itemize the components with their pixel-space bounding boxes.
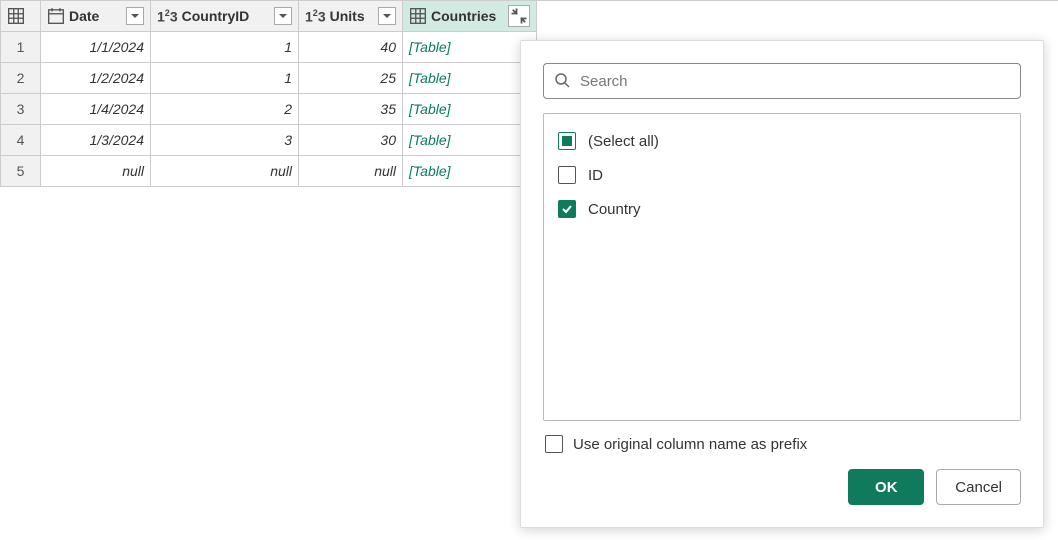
option-country-row[interactable]: Country [556,192,1008,226]
column-header-countryid[interactable]: 123 CountryID [151,1,299,32]
column-list: (Select all) ID Country [543,113,1021,421]
cell-units[interactable]: 40 [299,32,403,63]
cell-countryid[interactable]: 1 [151,63,299,94]
checkbox-unchecked-icon[interactable] [558,166,576,184]
row-number[interactable]: 5 [1,156,41,187]
cell-units[interactable]: null [299,156,403,187]
cell-countries[interactable]: [Table] [403,156,537,187]
cell-countryid[interactable]: null [151,156,299,187]
expand-button-countries[interactable] [508,5,530,27]
search-icon [554,72,570,91]
ok-button[interactable]: OK [848,469,924,505]
cell-countryid[interactable]: 2 [151,94,299,125]
option-id-row[interactable]: ID [556,158,1008,192]
filter-button-countryid[interactable] [274,7,292,25]
column-header-units[interactable]: 123 Units [299,1,403,32]
table-icon [409,7,427,25]
filter-button-units[interactable] [378,7,396,25]
cell-countries[interactable]: [Table] [403,125,537,156]
cell-countries[interactable]: [Table] [403,63,537,94]
cell-countryid[interactable]: 1 [151,32,299,63]
column-label: Countries [431,8,504,24]
select-all-row[interactable]: (Select all) [556,124,1008,158]
column-label: Date [69,8,122,24]
cell-date[interactable]: 1/4/2024 [41,94,151,125]
prefix-label: Use original column name as prefix [573,436,807,453]
row-number[interactable]: 4 [1,125,41,156]
number-type-icon: 123 [157,8,178,25]
cell-countries[interactable]: [Table] [403,32,537,63]
table-icon [7,7,25,25]
column-label: Units [330,8,374,24]
option-label: (Select all) [588,133,659,150]
cell-units[interactable]: 35 [299,94,403,125]
search-box[interactable] [543,63,1021,99]
search-input[interactable] [578,72,1010,91]
row-number[interactable]: 2 [1,63,41,94]
calendar-icon [47,7,65,25]
checkbox-checked-icon[interactable] [558,200,576,218]
cell-units[interactable]: 25 [299,63,403,94]
cell-date[interactable]: 1/1/2024 [41,32,151,63]
cell-units[interactable]: 30 [299,125,403,156]
cell-date[interactable]: null [41,156,151,187]
row-number[interactable]: 1 [1,32,41,63]
column-header-countries[interactable]: Countries [403,1,537,32]
checkbox-indeterminate-icon[interactable] [558,132,576,150]
row-number[interactable]: 3 [1,94,41,125]
cell-countryid[interactable]: 3 [151,125,299,156]
checkbox-unchecked-icon[interactable] [545,435,563,453]
column-header-date[interactable]: Date [41,1,151,32]
row-header-corner [1,1,41,32]
cell-countries[interactable]: [Table] [403,94,537,125]
prefix-option-row[interactable]: Use original column name as prefix [543,421,1021,459]
expand-column-popup: (Select all) ID Country Use original col… [520,40,1044,528]
cell-date[interactable]: 1/2/2024 [41,63,151,94]
dialog-buttons: OK Cancel [543,459,1021,505]
number-type-icon: 123 [305,8,326,25]
column-label: CountryID [182,8,270,24]
cell-date[interactable]: 1/3/2024 [41,125,151,156]
cancel-button[interactable]: Cancel [936,469,1021,505]
filter-button-date[interactable] [126,7,144,25]
option-label: ID [588,167,603,184]
option-label: Country [588,201,641,218]
